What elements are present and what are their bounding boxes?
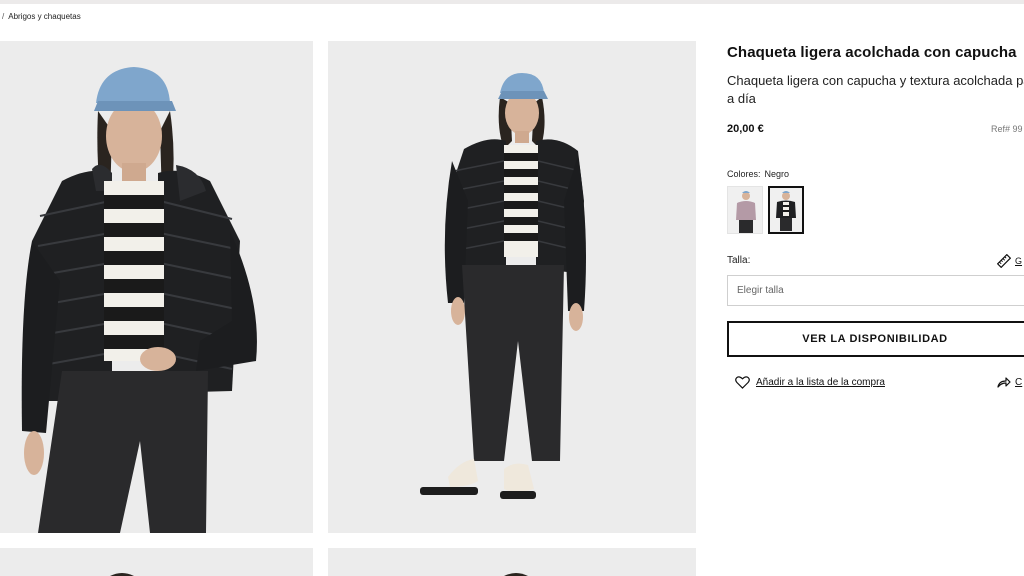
swatch-mauve-thumbnail xyxy=(736,191,756,233)
share-label: C xyxy=(1015,376,1023,388)
check-availability-label: VER LA DISPONIBILIDAD xyxy=(802,333,948,345)
model-partial-illustration xyxy=(504,573,528,576)
product-info-panel: Chaqueta ligera acolchada con capucha Ch… xyxy=(727,44,1024,576)
heart-icon xyxy=(735,376,750,389)
model-closeup-illustration xyxy=(21,67,257,533)
wishlist-label: Añadir a la lista de la compra xyxy=(756,377,885,388)
share-arrow-icon xyxy=(997,377,1011,388)
breadcrumb-current[interactable]: Abrigos y chaquetas xyxy=(8,12,81,21)
size-select-placeholder: Elegir talla xyxy=(737,285,784,296)
product-photo-2[interactable] xyxy=(328,41,696,533)
ruler-icon xyxy=(997,254,1011,268)
model-fullbody-illustration xyxy=(420,73,586,499)
size-guide-label: G xyxy=(1015,256,1023,266)
colors-label: Colores: xyxy=(727,169,761,179)
check-availability-button[interactable]: VER LA DISPONIBILIDAD xyxy=(727,321,1024,357)
top-bar xyxy=(0,0,1024,4)
product-description: Chaqueta ligera con capucha y textura ac… xyxy=(727,73,1024,106)
color-swatch-black[interactable] xyxy=(768,186,804,234)
swatch-black-thumbnail xyxy=(776,191,796,231)
product-photo-1[interactable] xyxy=(0,41,313,533)
color-swatch-mauve[interactable] xyxy=(727,186,763,234)
model-partial-illustration xyxy=(110,573,134,576)
color-selector-label: Colores: Negro xyxy=(727,169,789,179)
breadcrumb: / Abrigos y chaquetas xyxy=(2,12,81,21)
size-select[interactable]: Elegir talla xyxy=(727,275,1024,306)
add-to-wishlist-link[interactable]: Añadir a la lista de la compra xyxy=(735,376,885,389)
selected-color: Negro xyxy=(764,169,790,179)
product-title: Chaqueta ligera acolchada con capucha xyxy=(727,44,1017,61)
product-reference: Ref# 99 xyxy=(991,124,1023,134)
size-guide-link[interactable]: G xyxy=(997,254,1022,268)
size-label: Talla: xyxy=(727,255,751,266)
share-link[interactable]: C xyxy=(997,376,1022,388)
product-price: 20,00 € xyxy=(727,123,764,135)
product-photo-3[interactable] xyxy=(0,548,313,576)
product-photo-4[interactable] xyxy=(328,548,696,576)
breadcrumb-separator: / xyxy=(2,12,5,21)
